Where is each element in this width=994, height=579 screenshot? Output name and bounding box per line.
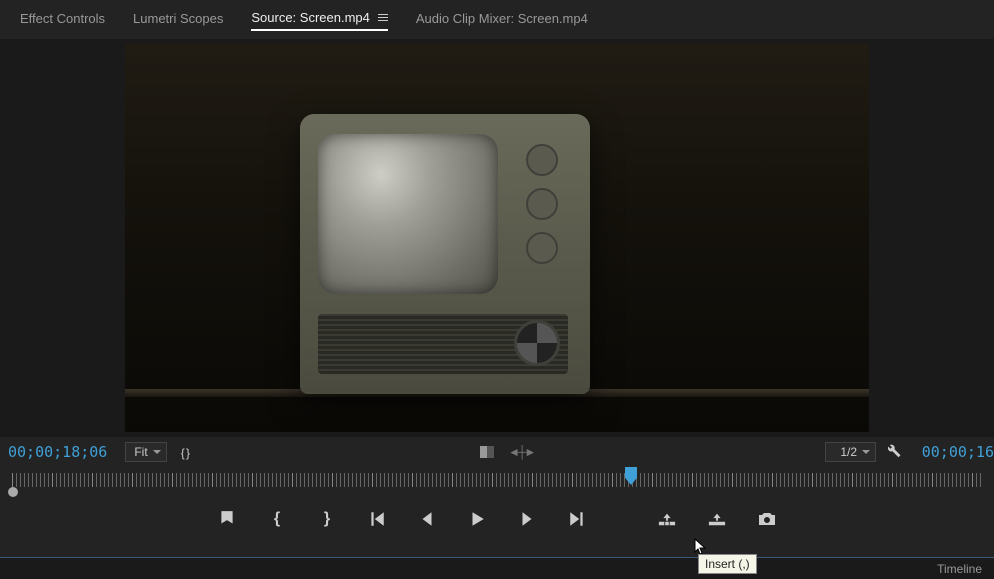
settings-wrench-icon[interactable] [884, 441, 902, 464]
insert-button[interactable] [656, 508, 678, 530]
tab-lumetri-scopes[interactable]: Lumetri Scopes [133, 11, 223, 30]
scrollbar-handle-left[interactable] [8, 487, 18, 497]
mark-in-button[interactable]: { [266, 508, 288, 530]
step-forward-button[interactable] [516, 508, 538, 530]
play-button[interactable] [466, 508, 488, 530]
time-ruler[interactable] [0, 467, 994, 497]
tab-audio-mixer[interactable]: Audio Clip Mixer: Screen.mp4 [416, 11, 588, 30]
add-marker-button[interactable] [216, 508, 238, 530]
footer-timeline-label[interactable]: Timeline [925, 562, 994, 576]
resolution-select[interactable]: 1/2 [825, 442, 876, 462]
tooltip-insert: Insert (,) [698, 554, 757, 574]
step-back-button[interactable] [416, 508, 438, 530]
select-zoom-icon[interactable] [480, 446, 494, 458]
go-to-out-button[interactable] [566, 508, 588, 530]
zoom-fit-select[interactable]: Fit [125, 442, 166, 462]
video-frame[interactable] [125, 44, 869, 432]
monitor-control-bar: 00;00;18;06 Fit ◄┼► 1/2 00;00;16 [0, 437, 994, 467]
footer-bar: Timeline [0, 557, 994, 579]
drag-handles-icon[interactable]: ◄┼► [508, 445, 534, 459]
overwrite-button[interactable] [706, 508, 728, 530]
tab-effect-controls[interactable]: Effect Controls [20, 11, 105, 30]
tab-source-label: Source: Screen.mp4 [251, 10, 370, 25]
mark-out-button[interactable]: } [316, 508, 338, 530]
panel-menu-icon[interactable] [378, 14, 388, 21]
tab-source[interactable]: Source: Screen.mp4 [251, 10, 388, 31]
source-monitor-viewer [0, 39, 994, 437]
timecode-current[interactable]: 00;00;18;06 [8, 443, 107, 461]
tv-graphic [300, 114, 590, 394]
transport-controls: { } [0, 497, 994, 537]
safe-margins-icon[interactable] [181, 445, 197, 459]
panel-tabs: Effect Controls Lumetri Scopes Source: S… [0, 0, 994, 39]
timecode-duration[interactable]: 00;00;16 [922, 443, 994, 461]
go-to-in-button[interactable] [366, 508, 388, 530]
export-frame-button[interactable] [756, 508, 778, 530]
